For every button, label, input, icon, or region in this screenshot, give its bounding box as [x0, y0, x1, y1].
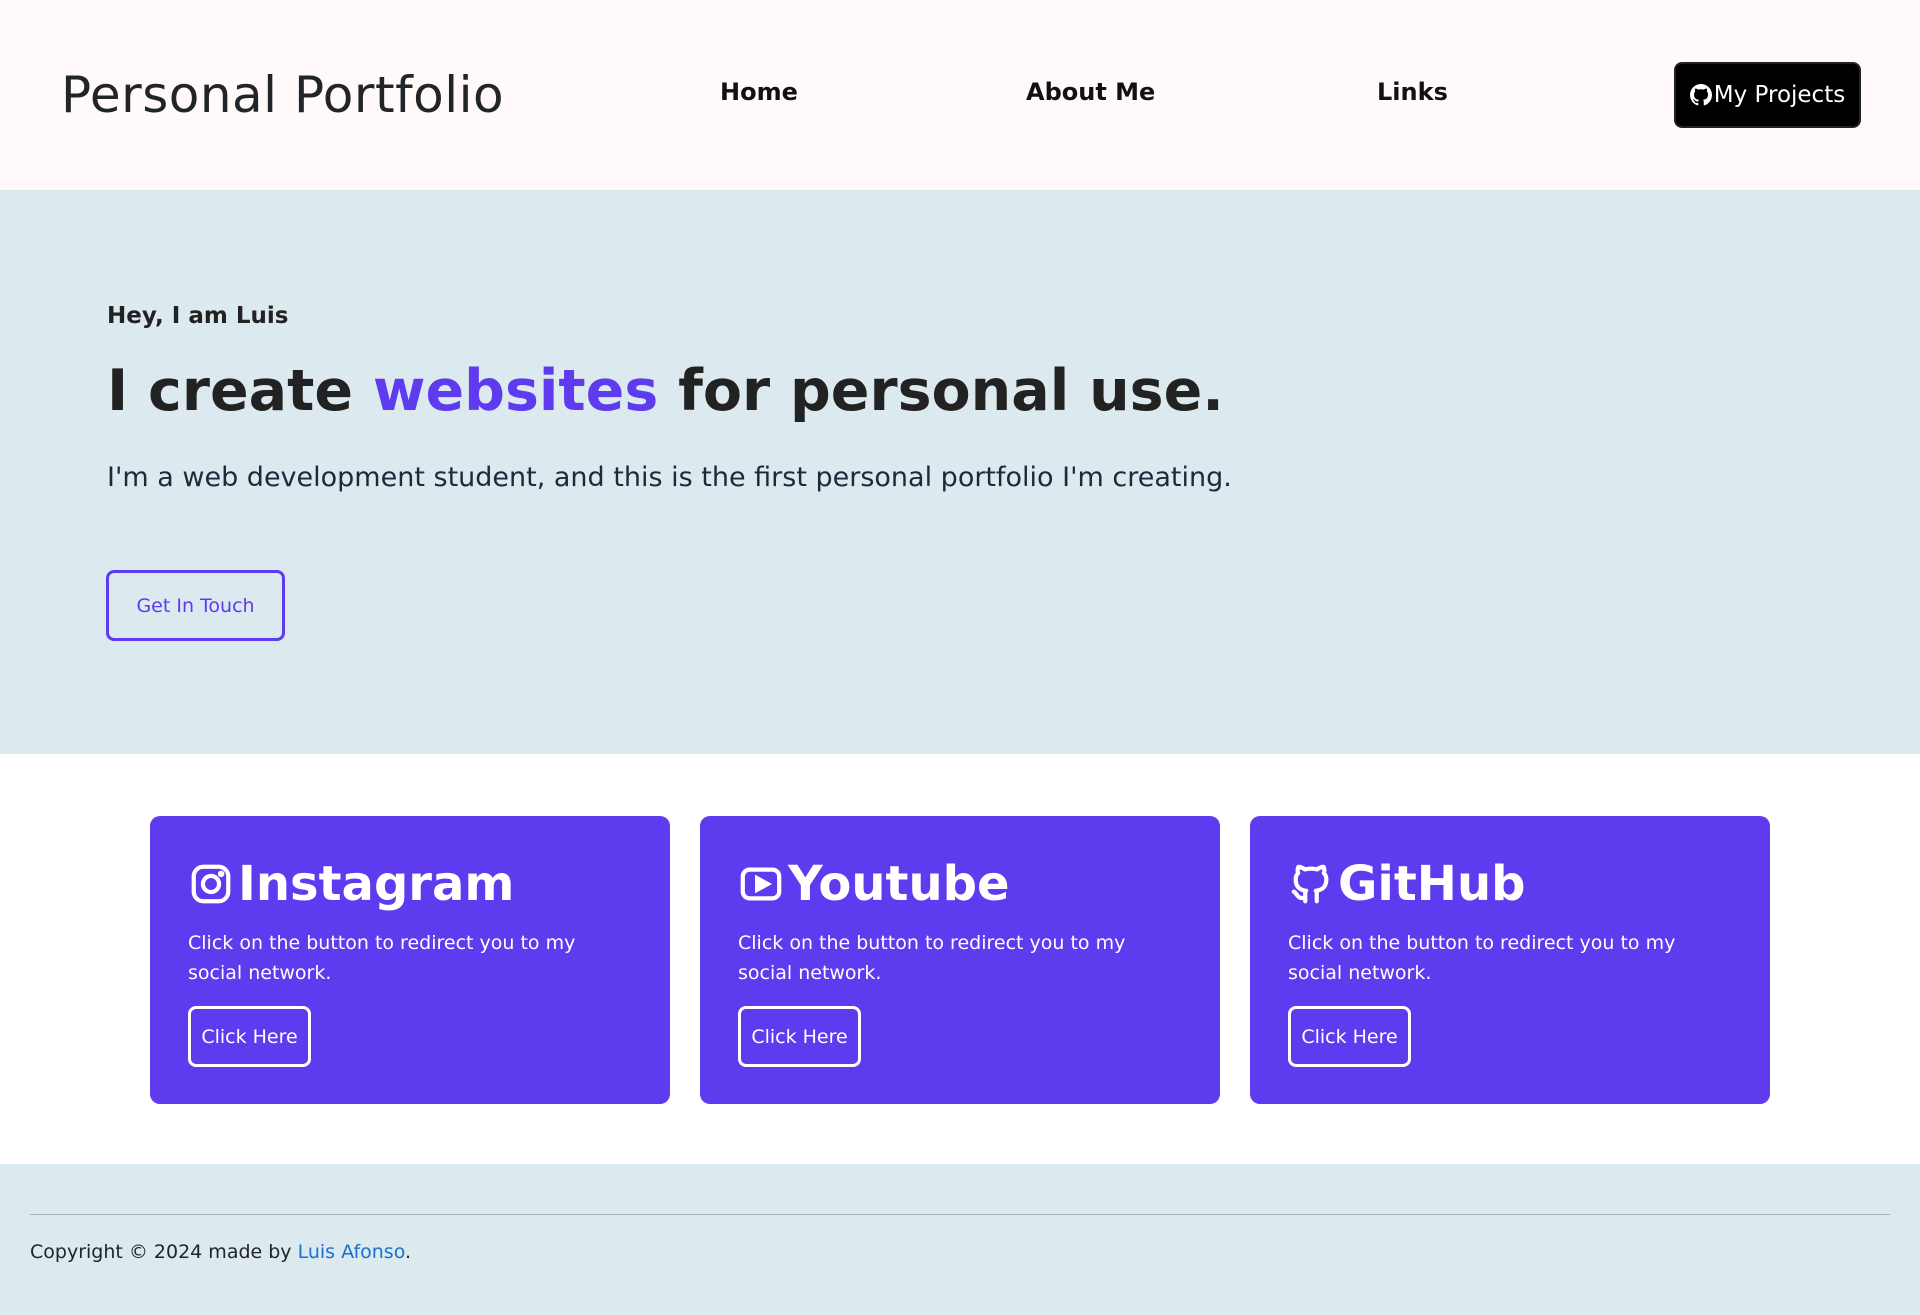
- card-title: GitHub: [1288, 858, 1732, 910]
- hero-headline: I create websites for personal use.: [107, 358, 1224, 424]
- hero-section: Hey, I am Luis I create websites for per…: [0, 190, 1920, 754]
- hero-description: I'm a web development student, and this …: [107, 462, 1232, 493]
- author-link[interactable]: Luis Afonso: [298, 1241, 405, 1263]
- headline-accent: websites: [372, 358, 659, 424]
- youtube-icon: [740, 867, 782, 901]
- footer-divider: [30, 1214, 1890, 1215]
- card-title-text: Youtube: [788, 856, 1010, 912]
- instagram-card: Instagram Click on the button to redirec…: [150, 816, 670, 1104]
- site-header: Personal Portfolio Home About Me Links M…: [0, 0, 1920, 190]
- copyright-suffix: .: [405, 1241, 412, 1263]
- headline-prefix: I create: [107, 358, 373, 424]
- my-projects-label: My Projects: [1713, 82, 1846, 108]
- card-description: Click on the button to redirect you to m…: [188, 932, 576, 984]
- get-in-touch-button[interactable]: Get In Touch: [106, 570, 285, 641]
- card-description: Click on the button to redirect you to m…: [738, 932, 1126, 984]
- instagram-icon: [191, 864, 231, 904]
- hero-greeting: Hey, I am Luis: [107, 303, 289, 329]
- nav-home-link[interactable]: Home: [720, 78, 798, 106]
- card-title-text: GitHub: [1338, 856, 1526, 912]
- headline-suffix: for personal use.: [658, 358, 1224, 424]
- social-cards-section: Instagram Click on the button to redirec…: [0, 754, 1920, 1164]
- nav-links-link[interactable]: Links: [1377, 78, 1448, 106]
- copyright-prefix: Copyright © 2024 made by: [30, 1241, 298, 1263]
- nav-about-link[interactable]: About Me: [1026, 78, 1155, 106]
- card-title: Instagram: [188, 858, 632, 910]
- github-icon: [1291, 864, 1329, 904]
- card-title-text: Instagram: [238, 856, 515, 912]
- github-card: GitHub Click on the button to redirect y…: [1250, 816, 1770, 1104]
- brand-title[interactable]: Personal Portfolio: [61, 66, 504, 124]
- site-footer: Copyright © 2024 made by Luis Afonso.: [0, 1164, 1920, 1315]
- card-description: Click on the button to redirect you to m…: [1288, 932, 1676, 984]
- youtube-click-here-button[interactable]: Click Here: [738, 1006, 861, 1067]
- github-click-here-button[interactable]: Click Here: [1288, 1006, 1411, 1067]
- youtube-card: Youtube Click on the button to redirect …: [700, 816, 1220, 1104]
- copyright-text: Copyright © 2024 made by Luis Afonso.: [30, 1241, 411, 1263]
- instagram-click-here-button[interactable]: Click Here: [188, 1006, 311, 1067]
- my-projects-button[interactable]: My Projects: [1674, 62, 1861, 128]
- card-title: Youtube: [738, 858, 1182, 910]
- github-icon: [1689, 84, 1712, 106]
